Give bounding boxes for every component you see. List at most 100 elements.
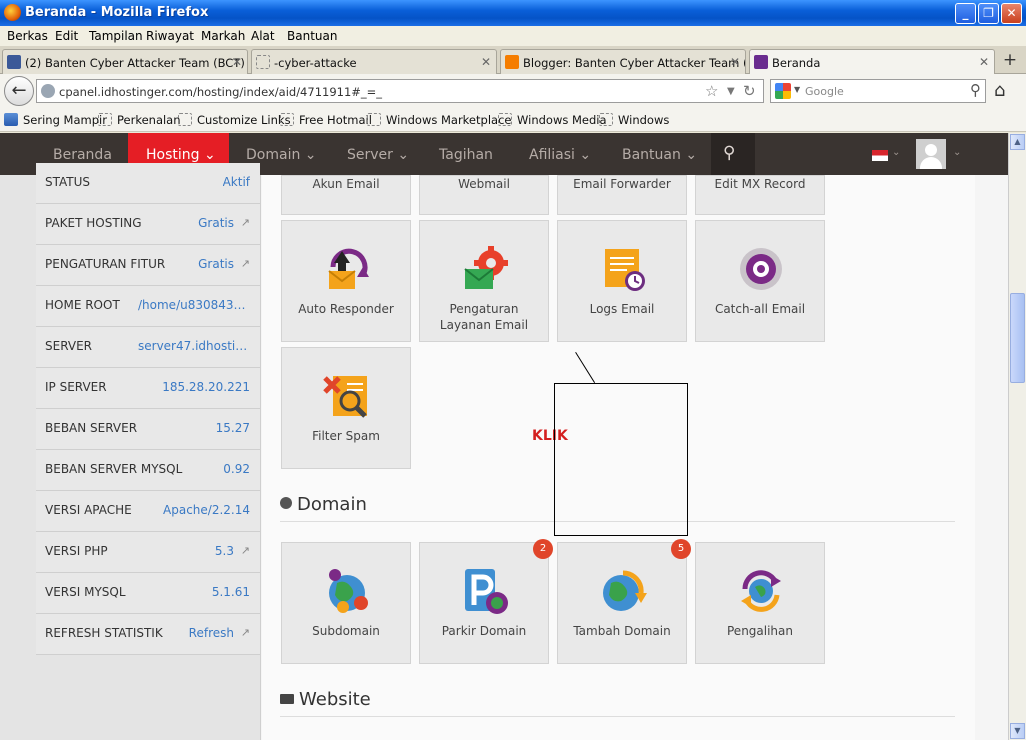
logs-email-icon (605, 249, 645, 291)
indonesia-flag-icon[interactable] (872, 150, 888, 161)
chevron-down-icon: ⌄ (579, 147, 592, 163)
avatar-head (925, 144, 937, 156)
stat-label: REFRESH STATISTIK (45, 626, 163, 640)
tile-filter-spam[interactable]: Filter Spam (281, 347, 411, 469)
avatar[interactable] (916, 139, 946, 169)
monitor-icon (280, 694, 294, 704)
home-icon[interactable]: ⌂ (994, 80, 1005, 101)
stat-value[interactable]: Gratis (198, 216, 234, 230)
maximize-button[interactable]: ❐ (978, 3, 999, 24)
bookmark-sering-mampir[interactable]: Sering Mampir (4, 113, 107, 127)
close-button[interactable]: ✕ (1001, 3, 1022, 24)
minimize-button[interactable]: _ (955, 3, 976, 24)
bookmark-customize-links[interactable]: Customize Links (178, 113, 291, 127)
chevron-down-icon[interactable]: ⌄ (953, 147, 961, 158)
nav-afiliasi[interactable]: Afiliasi ⌄ (529, 147, 591, 163)
tile-auto-responder[interactable]: Auto Responder (281, 220, 411, 342)
reload-icon[interactable]: ↻ (743, 82, 756, 100)
domain-section-title: Domain (280, 494, 367, 515)
search-icon[interactable]: ⚲ (970, 81, 981, 99)
bookmark-perkenalan[interactable]: Perkenalan (98, 113, 181, 127)
url-bar[interactable]: cpanel.idhostinger.com/hosting/index/aid… (36, 79, 764, 103)
nav-beranda[interactable]: Beranda (53, 147, 112, 163)
bookmarks-bar: Sering Mampir Perkenalan Customize Links… (0, 108, 1026, 132)
tab-beranda[interactable]: Beranda ✕ (749, 49, 995, 75)
external-link-icon[interactable]: ↗ (241, 216, 250, 229)
tab-blogger[interactable]: Blogger: Banten Cyber Attacker Team (B..… (500, 49, 746, 74)
stat-label: VERSI MYSQL (45, 585, 126, 599)
nav-tagihan[interactable]: Tagihan (439, 147, 493, 163)
menu-alat[interactable]: Alat (251, 29, 275, 43)
parkir-domain-badge: 2 (533, 539, 553, 559)
tile-subdomain[interactable]: Subdomain (281, 542, 411, 664)
back-button[interactable]: ← (4, 76, 34, 106)
tile-catch-all-email[interactable]: Catch-all Email (695, 220, 825, 342)
blank-page-icon (498, 113, 512, 126)
bookmark-windows-media[interactable]: Windows Media (498, 113, 607, 127)
bookmark-label: Sering Mampir (23, 113, 107, 127)
bookmark-free-hotmail[interactable]: Free Hotmail (280, 113, 372, 127)
tile-parkir-domain[interactable]: Parkir Domain (419, 542, 549, 664)
dropdown-icon[interactable]: ▼ (727, 86, 735, 97)
new-tab-button[interactable]: + (998, 50, 1022, 72)
menu-tampilan[interactable]: Tampilan (89, 29, 143, 43)
stat-value[interactable]: 5.3 (215, 544, 234, 558)
hostinger-icon (754, 55, 768, 69)
url-text: cpanel.idhostinger.com/hosting/index/aid… (59, 85, 383, 99)
chevron-down-icon[interactable]: ⌄ (892, 147, 900, 158)
menu-riwayat[interactable]: Riwayat (146, 29, 194, 43)
bookmark-windows-marketplace[interactable]: Windows Marketplace (367, 113, 511, 127)
tab-cyber-attacke[interactable]: -cyber-attacke ✕ (251, 49, 497, 74)
stat-value: 185.28.20.221 (162, 380, 250, 394)
tile-akun-email[interactable]: Akun Email (281, 175, 411, 215)
nav-bantuan[interactable]: Bantuan ⌄ (622, 147, 697, 163)
nav-domain[interactable]: Domain ⌄ (246, 147, 317, 163)
menu-markah[interactable]: Markah (201, 29, 245, 43)
blank-page-icon (178, 113, 192, 126)
tile-email-forwarder[interactable]: Email Forwarder (557, 175, 687, 215)
menu-berkas[interactable]: Berkas (7, 29, 48, 43)
tile-logs-email[interactable]: Logs Email (557, 220, 687, 342)
dropdown-icon[interactable]: ▼ (794, 85, 800, 94)
page-scrollbar[interactable]: ▲ ▼ (1008, 133, 1026, 740)
external-link-icon[interactable]: ↗ (241, 257, 250, 270)
scroll-up-arrow-icon[interactable]: ▲ (1010, 134, 1025, 150)
tile-pengaturan-layanan-email[interactable]: Pengaturan Layanan Email (419, 220, 549, 342)
external-link-icon[interactable]: ↗ (241, 544, 250, 557)
tab-bar: (2) Banten Cyber Attacker Team (BCT) - .… (0, 46, 1026, 75)
tab-facebook[interactable]: (2) Banten Cyber Attacker Team (BCT) - .… (2, 49, 248, 74)
tile-label: Pengalihan (727, 624, 793, 638)
tile-webmail[interactable]: Webmail (419, 175, 549, 215)
stat-label: PAKET HOSTING (45, 216, 142, 230)
tile-edit-mx-record[interactable]: Edit MX Record (695, 175, 825, 215)
search-icon[interactable]: ⚲ (723, 143, 735, 163)
menu-bantuan[interactable]: Bantuan (287, 29, 337, 43)
search-bar[interactable]: ▼ Google ⚲ (770, 79, 986, 103)
scroll-down-arrow-icon[interactable]: ▼ (1010, 723, 1025, 739)
close-icon[interactable]: ✕ (730, 55, 740, 69)
globe-icon (280, 497, 292, 509)
close-icon[interactable]: ✕ (979, 55, 989, 69)
nav-server[interactable]: Server ⌄ (347, 147, 409, 163)
star-icon[interactable]: ☆ (705, 82, 718, 100)
nav-domain-label: Domain (246, 147, 301, 163)
stat-value[interactable]: Gratis (198, 257, 234, 271)
close-icon[interactable]: ✕ (481, 55, 491, 69)
menu-edit[interactable]: Edit (55, 29, 78, 43)
tile-tambah-domain[interactable]: Tambah Domain (557, 542, 687, 664)
nav-hosting[interactable]: Hosting ⌄ (146, 147, 216, 163)
stat-refresh-statistik: REFRESH STATISTIK Refresh ↗ (36, 614, 260, 655)
stat-value: 0.92 (223, 462, 250, 476)
external-link-icon[interactable]: ↗ (241, 626, 250, 639)
refresh-link[interactable]: Refresh (189, 626, 234, 640)
bookmark-label: Windows Marketplace (386, 113, 512, 127)
close-icon[interactable]: ✕ (232, 55, 242, 69)
bookmark-windows[interactable]: Windows (599, 113, 669, 127)
tile-label: Subdomain (312, 624, 380, 638)
tile-label: Edit MX Record (714, 177, 806, 191)
tambah-domain-badge: 5 (671, 539, 691, 559)
scroll-thumb[interactable] (1010, 293, 1025, 383)
section-title-text: Domain (297, 494, 367, 515)
tile-label: Email Forwarder (573, 177, 671, 191)
tile-pengalihan[interactable]: Pengalihan (695, 542, 825, 664)
